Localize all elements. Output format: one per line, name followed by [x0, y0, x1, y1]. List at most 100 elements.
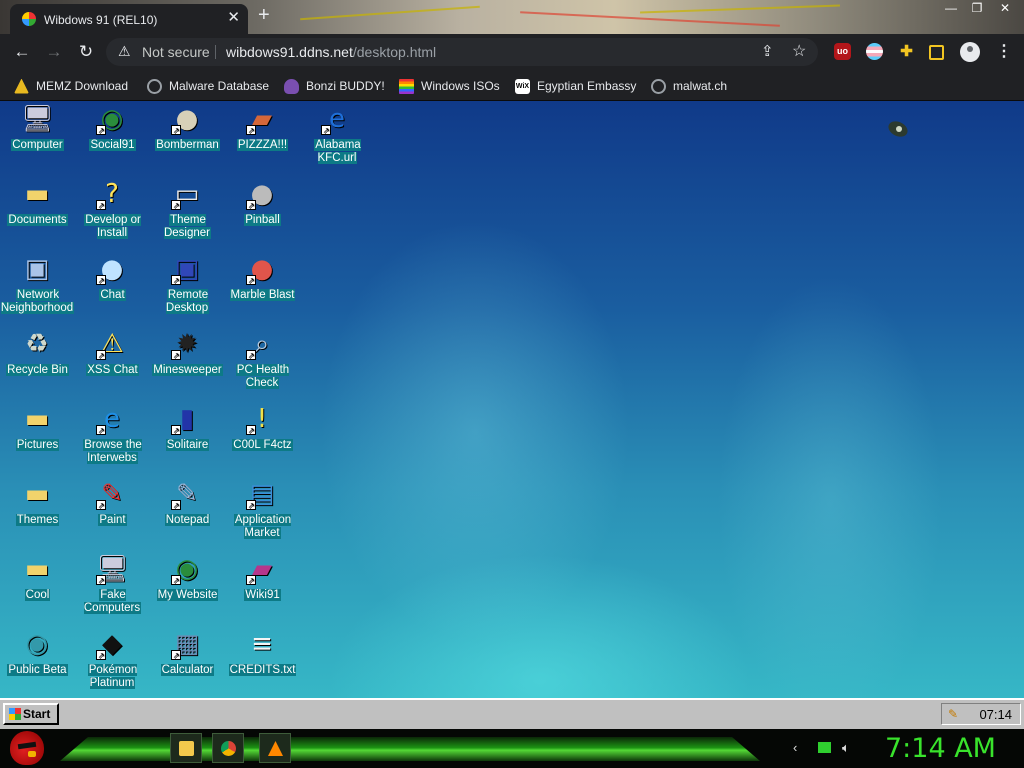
desktop-icon-c00l-f4ctz[interactable]: ! ↗ C00L F4ctz — [225, 401, 300, 476]
host-clock[interactable]: 7:14 AM — [885, 733, 996, 764]
url-text[interactable]: wibdows91.ddns.net/desktop.html — [226, 44, 436, 60]
win95-clock[interactable]: 07:14 — [979, 707, 1012, 722]
shortcut-arrow-icon: ↗ — [96, 200, 106, 210]
minimize-button[interactable]: — — [938, 0, 964, 16]
desktop-icon-documents[interactable]: ▬ Documents — [0, 176, 75, 251]
desktop-icon-pc-health-check[interactable]: ⌕ ↗ PC Health Check — [225, 326, 300, 401]
bookmark-malware-database[interactable]: Malware Database — [147, 77, 269, 95]
pizza-icon: ▰ ↗ — [246, 104, 272, 135]
shortcut-arrow-icon: ↗ — [246, 575, 256, 585]
calculator-icon: ▦ ↗ — [171, 629, 200, 660]
desktop-icon-computer[interactable]: 🖥︎ Computer — [0, 101, 75, 176]
desktop-icon-wiki91[interactable]: ▰ ↗ Wiki91 — [225, 551, 300, 626]
desktop-icon-pok-mon-platinum[interactable]: ◆ ↗ Pokémon Platinum — [75, 626, 150, 698]
desktop-icon-label-wrap: Notepad — [150, 514, 225, 527]
flag-extension-icon[interactable] — [866, 43, 883, 60]
desktop-icon-label: My Website — [156, 589, 219, 601]
tab-close-icon[interactable]: ✕ — [227, 10, 240, 25]
desktop-icon-label: Chat — [99, 289, 126, 301]
bookmark-memz-download[interactable]: MEMZ Download — [14, 77, 128, 95]
desktop-icon-label-wrap: Marble Blast — [225, 289, 300, 302]
desktop-icon-browse-the-interwebs[interactable]: e ↗ Browse the Interwebs — [75, 401, 150, 476]
vlc-button[interactable] — [259, 733, 291, 763]
profile-icon[interactable] — [960, 42, 980, 62]
volume-icon[interactable]: 🔈︎ — [842, 740, 850, 756]
desktop-icon-pictures[interactable]: ▬ Pictures — [0, 401, 75, 476]
reload-button[interactable]: ↻ — [75, 42, 97, 62]
puzzle-extensions-icon[interactable]: ✚ — [898, 43, 915, 60]
chevron-icon[interactable]: ‹ — [793, 740, 797, 755]
desktop-icon-chat[interactable]: ● ↗ Chat — [75, 251, 150, 326]
desktop-icon-network-neighborhood[interactable]: ▣ Network Neighborhood — [0, 251, 75, 326]
menu-icon[interactable]: ⋮ — [996, 41, 1012, 61]
desktop-icon-bomberman[interactable]: ● ↗ Bomberman — [150, 101, 225, 176]
desktop-icon-application-market[interactable]: ▤ ↗ Application Market — [225, 476, 300, 551]
ublock-icon[interactable]: uo — [834, 43, 851, 60]
ie-document-icon: e ↗ — [321, 104, 345, 135]
network-icon[interactable] — [818, 742, 831, 753]
start-button[interactable]: Start — [3, 703, 59, 725]
desktop-icon-public-beta[interactable]: ◉ Public Beta — [0, 626, 75, 698]
pencil-icon[interactable]: ✎ — [948, 707, 958, 721]
desktop-icon-label: Recycle Bin — [6, 364, 69, 376]
bookmark-bonzi-buddy[interactable]: Bonzi BUDDY! — [284, 77, 385, 95]
file-explorer-button[interactable] — [170, 733, 202, 763]
desktop-icon-recycle-bin[interactable]: ♻ Recycle Bin — [0, 326, 75, 401]
desktop-icon-pinball[interactable]: ● ↗ Pinball — [225, 176, 300, 251]
bookmark-label: Bonzi BUDDY! — [306, 79, 385, 93]
wallpaper-scribble — [300, 5, 480, 21]
not-secure-warning-icon[interactable]: ⚠ — [118, 43, 131, 60]
bookmark-malwatch[interactable]: malwat.ch — [651, 77, 727, 95]
desktop-icon-pizzza[interactable]: ▰ ↗ PIZZZA!!! — [225, 101, 300, 176]
computer-icon: 🖥︎ — [21, 104, 55, 134]
desktop-icon-theme-designer[interactable]: ▭ ↗ Theme Designer — [150, 176, 225, 251]
new-tab-button[interactable]: + — [258, 5, 270, 25]
desktop-icon-label: Wiki91 — [244, 589, 281, 601]
bookmarks-bar: MEMZ Download Malware Database Bonzi BUD… — [0, 70, 1024, 101]
desktop-icon-alabama-kfc-url[interactable]: e ↗ Alabama KFC.url — [300, 101, 375, 176]
desktop-icon-social91[interactable]: ◉ ↗ Social91 — [75, 101, 150, 176]
chrome-button[interactable] — [212, 733, 244, 763]
desktop-icon-solitaire[interactable]: ▮ ↗ Solitaire — [150, 401, 225, 476]
desktop-icon-label: Theme Designer — [163, 214, 212, 239]
shortcut-arrow-icon: ↗ — [171, 650, 181, 660]
desktop-icon-xss-chat[interactable]: ⚠ ↗ XSS Chat — [75, 326, 150, 401]
security-status-text[interactable]: Not secure — [142, 44, 210, 60]
globe-icon — [651, 78, 666, 94]
maximize-button[interactable]: ❐ — [964, 0, 990, 16]
desktop-icon-my-website[interactable]: ◉ ↗ My Website — [150, 551, 225, 626]
desktop-icon-credits-txt[interactable]: ≡ CREDITS.txt — [225, 626, 300, 698]
share-icon[interactable]: ⇪ — [761, 42, 774, 60]
bookmark-windows-isos[interactable]: Windows ISOs — [399, 77, 500, 95]
desktop-icon-label-wrap: PIZZZA!!! — [225, 139, 300, 152]
windows-logo-icon — [9, 708, 21, 720]
address-bar[interactable]: ⚠ Not secure wibdows91.ddns.net/desktop.… — [106, 38, 818, 66]
desktop-icon-fake-computers[interactable]: 🖥︎ ↗ Fake Computers — [75, 551, 150, 626]
desktop-icon-label-wrap: Themes — [0, 514, 75, 527]
close-window-button[interactable]: ✕ — [992, 0, 1018, 16]
desktop-icon-develop-or-install[interactable]: ? ↗ Develop or Install — [75, 176, 150, 251]
browser-tab[interactable]: Wibdows 91 (REL10) ✕ — [10, 4, 248, 34]
desktop-icon-cool[interactable]: ▬ Cool — [0, 551, 75, 626]
desktop-icon-paint[interactable]: ✎ ↗ Paint — [75, 476, 150, 551]
desktop-icon-notepad[interactable]: ✎ ↗ Notepad — [150, 476, 225, 551]
desktop-icon-label: Notepad — [164, 514, 211, 526]
tab-title: Wibdows 91 (REL10) — [44, 13, 158, 27]
start-label: Start — [23, 707, 51, 721]
ie-icon: e ↗ — [96, 404, 120, 435]
sidepanel-icon[interactable] — [929, 45, 944, 60]
shortcut-arrow-icon: ↗ — [246, 350, 256, 360]
desktop-icon-calculator[interactable]: ▦ ↗ Calculator — [150, 626, 225, 698]
bookmark-egyptian-embassy[interactable]: WiX Egyptian Embassy — [515, 77, 636, 95]
recycle-bin-icon: ♻ — [25, 329, 49, 359]
pokemon-icon: ◆ ↗ — [96, 629, 122, 660]
desktop-icon-label-wrap: Wiki91 — [225, 589, 300, 602]
star-icon[interactable]: ☆ — [792, 41, 806, 61]
back-button[interactable]: ← — [11, 42, 33, 62]
forward-button[interactable]: → — [43, 42, 65, 62]
desktop-icon-remote-desktop[interactable]: ▣ ↗ Remote Desktop — [150, 251, 225, 326]
desktop-icon-themes[interactable]: ▬ Themes — [0, 476, 75, 551]
angry-bird-start-icon[interactable] — [10, 731, 44, 765]
desktop-icon-marble-blast[interactable]: ● ↗ Marble Blast — [225, 251, 300, 326]
desktop-icon-minesweeper[interactable]: ✹ ↗ Minesweeper — [150, 326, 225, 401]
